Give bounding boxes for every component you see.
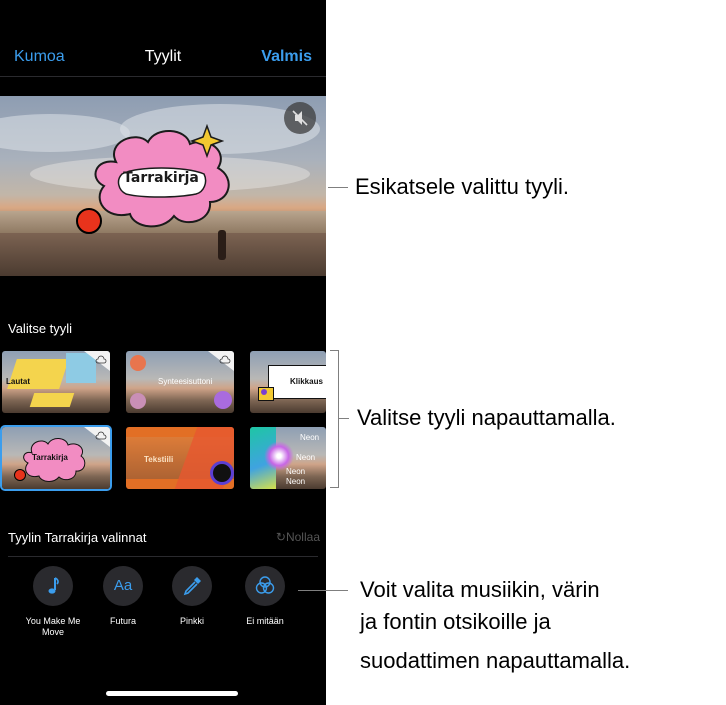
reset-button[interactable]: ↻Nollaa xyxy=(276,530,320,544)
mute-button[interactable] xyxy=(284,102,316,134)
filter-button[interactable] xyxy=(245,566,285,606)
purple-circle xyxy=(214,391,232,409)
beach xyxy=(0,233,326,276)
cloud-download-icon xyxy=(84,351,110,371)
yellow-block xyxy=(29,393,75,407)
reset-label: Nollaa xyxy=(285,530,320,544)
home-indicator[interactable] xyxy=(106,691,238,696)
callout-styles: Valitse tyyli napauttamalla. xyxy=(357,405,616,430)
option-label-music: You Make Me Move xyxy=(25,616,81,637)
option-label-color: Pinkki xyxy=(179,616,204,626)
option-font[interactable]: Aa Futura xyxy=(88,566,158,627)
nav-divider xyxy=(0,76,326,77)
person-silhouette xyxy=(218,230,226,260)
reset-icon: ↻ xyxy=(275,530,286,544)
color-button[interactable] xyxy=(172,566,212,606)
font-button[interactable]: Aa xyxy=(103,566,143,606)
red-dot-sticker xyxy=(14,469,26,481)
style-label-tarrakirja: Tarrakirja xyxy=(32,453,68,462)
sticker-title-text: Tarrakirja xyxy=(123,170,199,186)
sparkle-icon xyxy=(190,124,224,158)
style-extra-label: Neon xyxy=(300,433,320,442)
callout-bracket-styles xyxy=(330,350,339,488)
style-label-neon: Neon xyxy=(296,453,316,462)
callout-options-2: ja fontin otsikoille ja xyxy=(360,609,551,634)
eyedropper-icon xyxy=(183,577,201,596)
cloud-download-icon xyxy=(208,351,234,371)
style-grid: Lautat Synteesisuttoni Klikkaus Tarrakir… xyxy=(0,349,326,491)
phone-screen: Kumoa Tyylit Valmis Tarrakirja Valitse t… xyxy=(0,0,326,705)
options-heading: Tyylin Tarrakirja valinnat xyxy=(8,530,147,545)
option-color[interactable]: Pinkki xyxy=(157,566,227,627)
navigation-bar: Kumoa Tyylit Valmis xyxy=(0,40,326,76)
style-label-klikkaus: Klikkaus xyxy=(290,377,323,386)
style-thumb-synteesisuttoni[interactable]: Synteesisuttoni xyxy=(126,351,234,413)
style-extra-label: Neon xyxy=(286,467,306,476)
music-note-icon xyxy=(48,577,59,594)
option-label-font: Futura xyxy=(109,616,136,626)
style-thumb-neon[interactable]: Neon Neon Neon Neon xyxy=(250,427,326,489)
callout-line-styles xyxy=(339,418,349,419)
style-thumb-lautat[interactable]: Lautat xyxy=(2,351,110,413)
filter-circles-icon xyxy=(255,576,275,594)
text-format-icon: Aa xyxy=(113,577,133,594)
option-filter[interactable]: Ei mitään xyxy=(230,566,300,627)
red-dot-sticker xyxy=(76,208,102,234)
options-row: You Make Me Move Aa Futura Pinkki Ei mit… xyxy=(0,566,326,646)
callout-preview: Esikatsele valittu tyyli. xyxy=(355,174,569,199)
pink-circle xyxy=(130,393,146,409)
option-label-filter: Ei mitään xyxy=(246,616,284,626)
ring-shape xyxy=(210,461,234,485)
style-thumb-klikkaus[interactable]: Klikkaus xyxy=(250,351,326,413)
callout-options-1: Voit valita musiikin, värin xyxy=(360,577,600,602)
done-button[interactable]: Valmis xyxy=(261,48,312,66)
purple-dot xyxy=(261,389,267,395)
style-thumb-tekstiili[interactable]: Tekstiili xyxy=(126,427,234,489)
options-divider xyxy=(8,556,318,557)
callout-line-preview xyxy=(328,187,348,188)
speaker-slash-icon xyxy=(292,110,308,126)
cloud-download-icon xyxy=(84,427,110,447)
orange-circle xyxy=(130,355,146,371)
style-preview[interactable]: Tarrakirja xyxy=(0,96,326,276)
style-thumb-tarrakirja[interactable]: Tarrakirja xyxy=(0,425,112,491)
style-label-lautat: Lautat xyxy=(6,377,30,386)
style-label-tekstiili: Tekstiili xyxy=(144,455,174,464)
callout-line-options xyxy=(298,590,348,591)
style-extra-label: Neon xyxy=(286,477,306,486)
music-button[interactable] xyxy=(33,566,73,606)
style-label-synteesisuttoni: Synteesisuttoni xyxy=(158,377,213,386)
callout-options-3: suodattimen napauttamalla. xyxy=(360,648,631,673)
style-section-heading: Valitse tyyli xyxy=(8,321,73,336)
option-music[interactable]: You Make Me Move xyxy=(18,566,88,638)
